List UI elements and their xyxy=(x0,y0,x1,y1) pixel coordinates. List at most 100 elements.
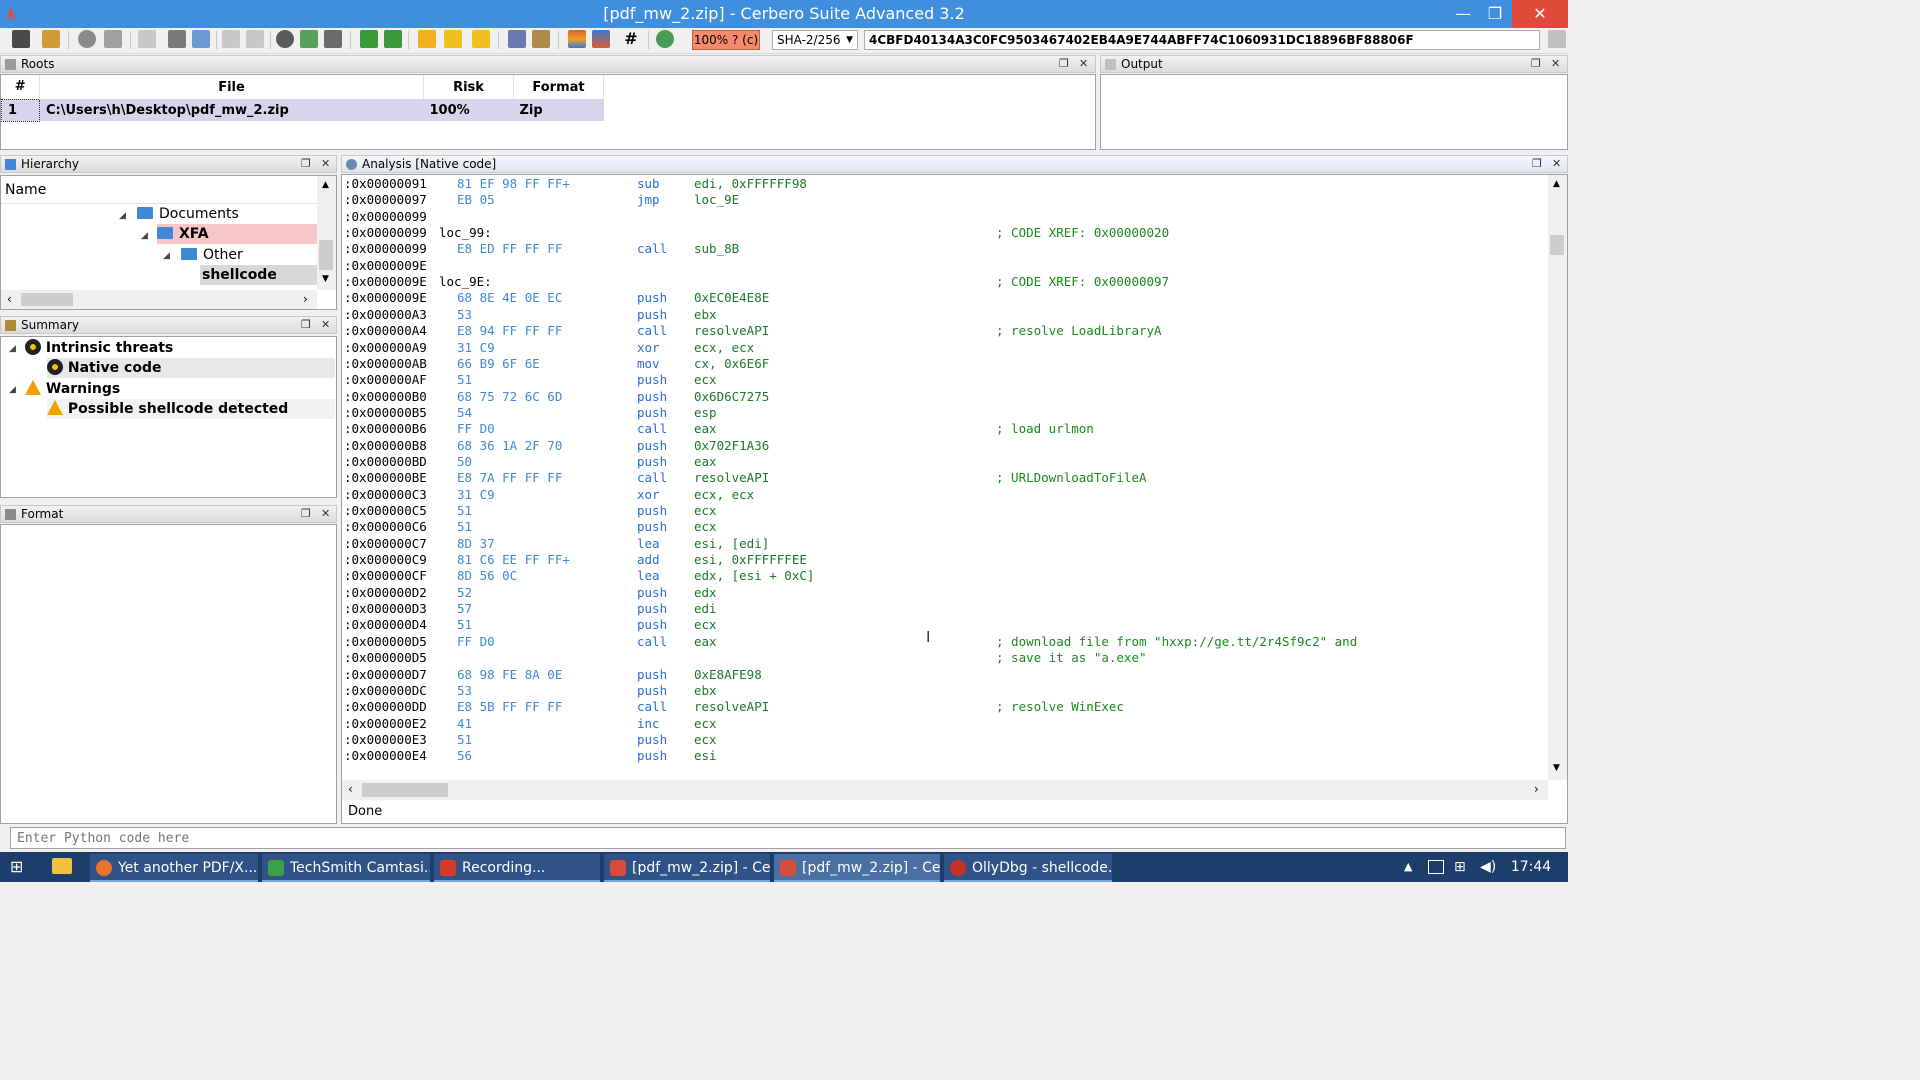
scrollbar-thumb[interactable] xyxy=(21,293,73,306)
windows-icon[interactable]: ⊞ xyxy=(1454,859,1466,875)
expand-arrow-icon[interactable]: ◢ xyxy=(9,344,16,354)
code-line[interactable]: :0x000000E2 41 inc ecx xyxy=(344,716,1544,732)
panel-icon[interactable] xyxy=(168,30,186,48)
code-line[interactable]: :0x000000B5 54 push esp xyxy=(344,405,1544,421)
chevron-left-icon[interactable]: ‹ xyxy=(348,782,353,796)
expand-arrow-icon[interactable]: ◢ xyxy=(9,385,16,395)
code-line[interactable]: :0x000000D3 57 push edi xyxy=(344,601,1544,617)
vertical-scrollbar[interactable]: ▲ ▼ xyxy=(1548,175,1567,780)
taskbar-item-cerbero-1[interactable]: [pdf_mw_2.zip] - Ce... xyxy=(604,854,770,882)
tools-icon[interactable] xyxy=(508,30,526,48)
column-header-number[interactable]: # xyxy=(1,75,40,99)
code-line[interactable]: :0x00000099 xyxy=(344,209,1544,225)
code-line[interactable]: :0x000000B6 FF D0 call eax ; load urlmon xyxy=(344,421,1544,437)
window-icon[interactable] xyxy=(138,30,156,48)
code-line[interactable]: :0x0000009E xyxy=(344,258,1544,274)
refresh-icon[interactable] xyxy=(192,30,210,48)
code-line[interactable]: :0x0000009E loc_9E: ; CODE XREF: 0x0000009… xyxy=(344,274,1544,290)
chevron-left-icon[interactable]: ‹ xyxy=(7,292,12,306)
start-windows-icon[interactable]: ⊞ xyxy=(10,858,28,876)
tree-column-header[interactable]: Name xyxy=(1,176,317,204)
close-icon[interactable]: ✕ xyxy=(1551,56,1560,72)
find-next-icon[interactable] xyxy=(300,30,318,48)
code-line[interactable]: :0x000000D7 68 98 FE 8A 0E push 0xE8AFE98 xyxy=(344,667,1544,683)
code-line[interactable]: :0x000000D4 51 push ecx xyxy=(344,617,1544,633)
chevron-up-icon[interactable]: ▲ xyxy=(322,180,329,190)
save-icon[interactable] xyxy=(12,30,30,48)
search-icon[interactable] xyxy=(276,30,294,48)
hash-value-field[interactable]: 4CBFD40134A3C0FC9503467402EB4A9E744ABFF7… xyxy=(864,30,1540,50)
code-line[interactable]: :0x000000BD 50 push eax xyxy=(344,454,1544,470)
code-line[interactable]: :0x000000B0 68 75 72 6C 6D push 0x6D6C7275 xyxy=(344,389,1544,405)
code-line[interactable]: :0x000000CF 8D 56 0C lea edx, [esi + 0xC] xyxy=(344,568,1544,584)
code-line[interactable]: :0x000000C6 51 push ecx xyxy=(344,519,1544,535)
float-icon[interactable]: ❐ xyxy=(301,317,311,333)
code-line[interactable]: :0x000000D5 FF D0 call eax ; download file f… xyxy=(344,634,1544,650)
code-line[interactable]: :0x000000E3 51 push ecx xyxy=(344,732,1544,748)
disassembly-view[interactable]: :0x00000091 81 EF 98 FF FF+ sub edi, 0xFFFF… xyxy=(342,175,1548,780)
taskbar-item-recording[interactable]: Recording... xyxy=(434,854,600,882)
chevron-down-icon[interactable]: ▼ xyxy=(1553,763,1560,773)
float-icon[interactable]: ❐ xyxy=(1059,56,1069,72)
code-line[interactable]: :0x000000A3 53 push ebx xyxy=(344,307,1544,323)
code-line[interactable]: :0x000000DC 53 push ebx xyxy=(344,683,1544,699)
code-line[interactable]: :0x000000BE E8 7A FF FF FF call resolveAPI;… xyxy=(344,470,1544,486)
float-icon[interactable]: ❐ xyxy=(301,156,311,172)
taskbar-clock[interactable]: 17:44 xyxy=(1506,852,1556,882)
float-icon[interactable]: ❐ xyxy=(1532,156,1542,172)
summary-item-possible-shellcode[interactable]: Possible shellcode detected xyxy=(47,399,335,419)
tree-item-other[interactable]: Other xyxy=(181,245,243,265)
layout-icon[interactable] xyxy=(222,30,240,48)
chevron-up-icon[interactable]: ▲ xyxy=(1404,860,1412,873)
save-as-icon[interactable] xyxy=(42,30,60,48)
close-icon[interactable]: ✕ xyxy=(321,506,330,522)
gear-icon[interactable] xyxy=(78,30,96,48)
close-button[interactable]: ✕ xyxy=(1512,0,1568,28)
code-line[interactable]: :0x000000D5 ; save it as "a.exe" xyxy=(344,650,1544,666)
chevron-right-icon[interactable]: › xyxy=(303,292,308,306)
horizontal-scrollbar[interactable]: ‹ › xyxy=(342,780,1548,800)
copy-icon[interactable] xyxy=(1548,30,1566,48)
table-row[interactable]: 1 C:\Users\h\Desktop\pdf_mw_2.zip 100% Z… xyxy=(1,98,604,122)
code-line[interactable]: :0x000000A9 31 C9 xor ecx, ecx xyxy=(344,340,1544,356)
bookmark-icon[interactable] xyxy=(418,30,436,48)
summary-item-native-code[interactable]: Native code xyxy=(47,358,335,378)
hash-algorithm-select[interactable]: SHA-2/256 ▼ xyxy=(772,30,858,50)
star-add-icon[interactable] xyxy=(472,30,490,48)
horizontal-scrollbar[interactable]: ‹ › xyxy=(1,290,317,309)
code-line[interactable]: :0x00000091 81 EF 98 FF FF+ sub edi, 0xFFFF… xyxy=(344,176,1544,192)
float-icon[interactable]: ❐ xyxy=(1531,56,1541,72)
taskbar-item-cerbero-2[interactable]: [pdf_mw_2.zip] - Ce... xyxy=(774,854,940,882)
code-line[interactable]: :0x000000C5 51 push ecx xyxy=(344,503,1544,519)
volume-icon[interactable]: ◀) xyxy=(1480,859,1496,875)
reload-icon[interactable] xyxy=(656,30,674,48)
summary-item-intrinsic-threats[interactable]: Intrinsic threats xyxy=(25,338,173,358)
chevron-down-icon[interactable]: ▼ xyxy=(322,274,329,284)
arrow-left-icon[interactable] xyxy=(360,30,378,48)
vertical-scrollbar[interactable]: ▲ ▼ xyxy=(317,176,336,290)
column-header-file[interactable]: File xyxy=(39,75,424,99)
colors-icon[interactable] xyxy=(568,30,586,48)
python-console-input[interactable] xyxy=(10,827,1566,849)
taskbar-item-firefox[interactable]: Yet another PDF/X... xyxy=(90,854,258,882)
layout-alt-icon[interactable] xyxy=(246,30,264,48)
hash-icon[interactable]: # xyxy=(622,30,640,48)
chevron-up-icon[interactable]: ▲ xyxy=(1553,179,1560,189)
code-line[interactable]: :0x000000B8 68 36 1A 2F 70 push 0x702F1A36 xyxy=(344,438,1544,454)
column-header-format[interactable]: Format xyxy=(513,75,604,99)
tree-item-xfa[interactable]: XFA xyxy=(157,224,317,244)
code-line[interactable]: :0x000000A4 E8 94 FF FF FF call resolveAPI;… xyxy=(344,323,1544,339)
scrollbar-thumb[interactable] xyxy=(362,783,448,797)
tree-item-documents[interactable]: Documents xyxy=(137,204,239,224)
code-line[interactable]: :0x000000C9 81 C6 EE FF FF+ add esi, 0xFFFF… xyxy=(344,552,1544,568)
column-header-risk[interactable]: Risk xyxy=(423,75,514,99)
close-icon[interactable]: ✕ xyxy=(1552,156,1561,172)
code-line[interactable]: :0x000000E4 56 push esi xyxy=(344,748,1544,764)
document-icon[interactable] xyxy=(104,30,122,48)
scrollbar-thumb[interactable] xyxy=(319,240,333,270)
palette-icon[interactable] xyxy=(592,30,610,48)
expand-arrow-icon[interactable]: ◢ xyxy=(163,251,170,261)
arrow-right-icon[interactable] xyxy=(384,30,402,48)
tree-item-shellcode[interactable]: shellcode xyxy=(200,265,317,285)
risk-indicator[interactable]: 100% ? (c) xyxy=(692,30,760,50)
